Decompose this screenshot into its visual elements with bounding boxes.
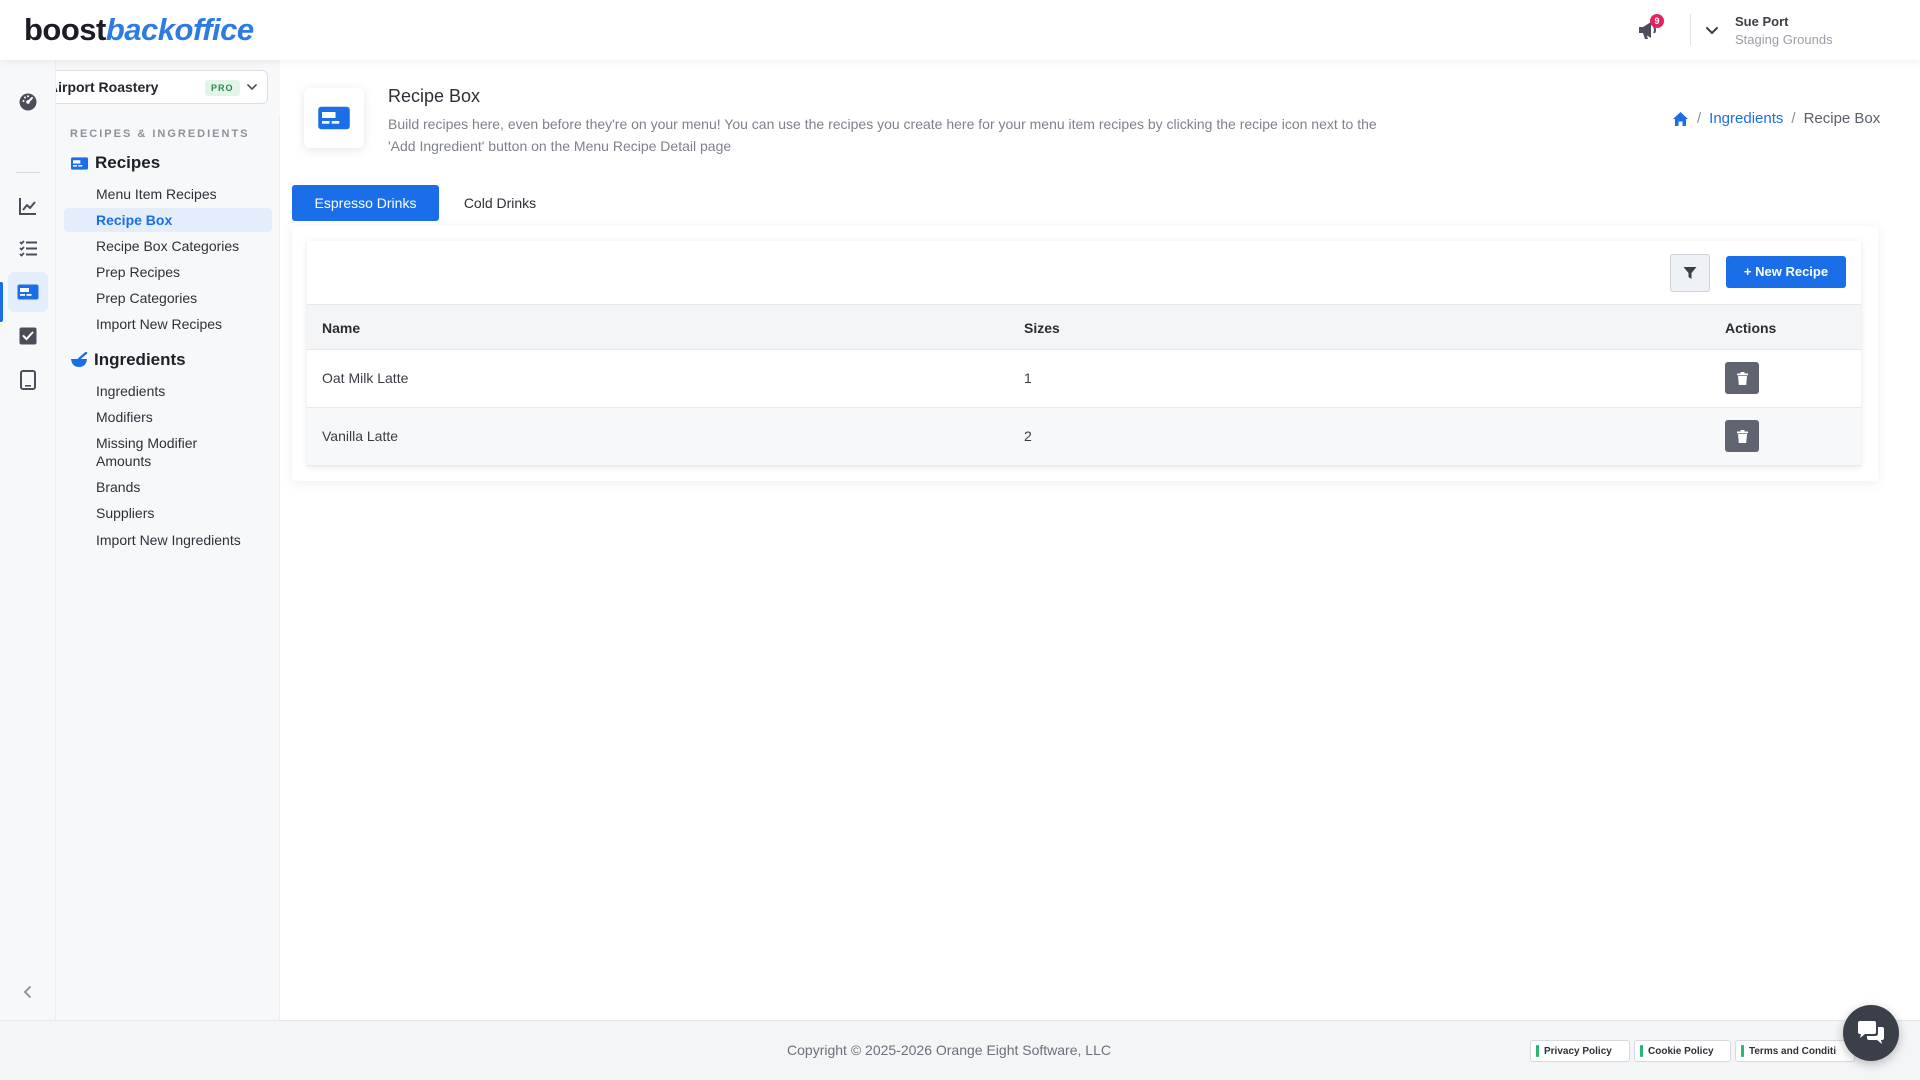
- policy-label: Privacy Policy: [1544, 1045, 1612, 1057]
- recipe-card-icon: [70, 156, 89, 170]
- home-icon[interactable]: [1672, 111, 1689, 127]
- rail-recipes[interactable]: [8, 272, 48, 312]
- sidebar-item-brands[interactable]: Brands: [96, 478, 140, 496]
- sidebar-group-ingredients: Ingredients: [70, 350, 186, 370]
- new-recipe-button[interactable]: + New Recipe: [1726, 256, 1846, 288]
- breadcrumb-separator: /: [1791, 110, 1796, 127]
- pro-badge: PRO: [205, 80, 240, 96]
- breadcrumb-ingredients[interactable]: Ingredients: [1709, 110, 1783, 127]
- breadcrumb: / Ingredients / Recipe Box: [1672, 110, 1880, 127]
- recipe-name[interactable]: Oat Milk Latte: [322, 370, 408, 386]
- column-header-name[interactable]: Name: [322, 320, 360, 336]
- recipe-card-icon: [318, 106, 350, 130]
- column-header-actions: Actions: [1725, 320, 1777, 336]
- tab-espresso-drinks[interactable]: Espresso Drinks: [292, 185, 439, 221]
- filter-button[interactable]: [1670, 254, 1710, 292]
- table-row[interactable]: Vanilla Latte 2: [307, 408, 1861, 466]
- table-row[interactable]: Oat Milk Latte 1: [307, 350, 1861, 408]
- user-name[interactable]: Sue Port: [1735, 14, 1788, 29]
- cookie-policy-link[interactable]: Cookie Policy: [1634, 1040, 1731, 1062]
- rail-devices[interactable]: [8, 360, 48, 400]
- policy-mark: [1536, 1045, 1539, 1057]
- mortar-pestle-icon: [71, 352, 88, 367]
- recipe-sizes: 2: [1024, 428, 1032, 444]
- chart-icon: [19, 198, 36, 215]
- page-title: Recipe Box: [388, 86, 481, 106]
- chevron-left-icon[interactable]: [18, 982, 38, 1002]
- rail-divider: [16, 172, 40, 173]
- sidebar-group-label: Ingredients: [94, 350, 186, 369]
- sidebar-item-prep-categories[interactable]: Prep Categories: [96, 289, 197, 307]
- column-header-sizes[interactable]: Sizes: [1024, 320, 1060, 336]
- page-header-icon: [304, 88, 364, 148]
- rail-checklists[interactable]: [8, 228, 48, 268]
- recipe-name[interactable]: Vanilla Latte: [322, 428, 398, 444]
- sidebar-item-import-new-ingredients[interactable]: Import New Ingredients: [96, 531, 241, 549]
- sidebar: RECIPES & INGREDIENTS Recipes Menu Item …: [56, 116, 280, 1020]
- rail-active-indicator: [0, 282, 3, 322]
- icon-rail: [0, 60, 56, 1020]
- table-header: Name Sizes Actions: [307, 304, 1861, 350]
- logo-brand: boost: [24, 12, 106, 47]
- sidebar-group-recipes: Recipes: [70, 153, 160, 173]
- tab-cold-drinks[interactable]: Cold Drinks: [446, 185, 554, 221]
- breadcrumb-separator: /: [1697, 110, 1702, 127]
- sidebar-item-recipe-box-categories[interactable]: Recipe Box Categories: [96, 237, 239, 255]
- policy-label: Terms and Conditi: [1749, 1045, 1837, 1057]
- sidebar-item-prep-recipes[interactable]: Prep Recipes: [96, 263, 180, 281]
- sidebar-item-missing-modifier-amounts[interactable]: Missing Modifier Amounts: [96, 434, 226, 470]
- chevron-down-icon: [247, 84, 257, 91]
- top-bar: boostbackoffice 9 Sue Port Staging Groun…: [0, 0, 1920, 60]
- sidebar-item-import-new-recipes[interactable]: Import New Recipes: [96, 315, 222, 333]
- location-name: Airport Roastery: [48, 79, 159, 95]
- delete-button[interactable]: [1725, 362, 1759, 394]
- chevron-down-icon[interactable]: [1704, 22, 1720, 38]
- breadcrumb-current: Recipe Box: [1803, 110, 1881, 127]
- divider: [1690, 14, 1691, 46]
- filter-icon: [1683, 267, 1697, 279]
- notification-badge: 9: [1650, 14, 1664, 28]
- logo-product: backoffice: [105, 12, 254, 47]
- policy-mark: [1640, 1045, 1643, 1057]
- checklist-icon: [19, 240, 37, 257]
- sidebar-item-menu-item-recipes[interactable]: Menu Item Recipes: [96, 185, 217, 203]
- privacy-policy-link[interactable]: Privacy Policy: [1530, 1040, 1630, 1062]
- dashboard-icon: [19, 93, 37, 111]
- recipe-card-icon: [17, 284, 39, 300]
- trash-icon: [1736, 371, 1748, 385]
- sidebar-section-title: RECIPES & INGREDIENTS: [70, 128, 250, 140]
- rail-reports[interactable]: [8, 186, 48, 226]
- page-description: Build recipes here, even before they're …: [388, 116, 1377, 154]
- footer: Copyright © 2025-2026 Orange Eight Softw…: [0, 1020, 1920, 1080]
- terms-link[interactable]: Terms and Conditi: [1735, 1040, 1855, 1062]
- sidebar-item-ingredients[interactable]: Ingredients: [96, 382, 165, 400]
- policy-label: Cookie Policy: [1648, 1045, 1714, 1057]
- sidebar-item-recipe-box[interactable]: Recipe Box: [64, 208, 272, 232]
- trash-icon: [1736, 429, 1748, 443]
- sidebar-item-modifiers[interactable]: Modifiers: [96, 408, 153, 426]
- tablet-icon: [20, 370, 36, 390]
- logo[interactable]: boostbackoffice: [24, 12, 254, 48]
- sidebar-item-suppliers[interactable]: Suppliers: [96, 504, 154, 522]
- chat-button[interactable]: [1843, 1005, 1899, 1061]
- user-organization: Staging Grounds: [1735, 32, 1833, 47]
- rail-tasks[interactable]: [8, 316, 48, 356]
- delete-button[interactable]: [1725, 420, 1759, 452]
- sidebar-group-label: Recipes: [95, 153, 161, 172]
- policy-mark: [1741, 1045, 1744, 1057]
- recipe-sizes: 1: [1024, 370, 1032, 386]
- check-square-icon: [19, 327, 37, 345]
- rail-dashboard[interactable]: [8, 82, 48, 122]
- chat-icon: [1858, 1021, 1884, 1044]
